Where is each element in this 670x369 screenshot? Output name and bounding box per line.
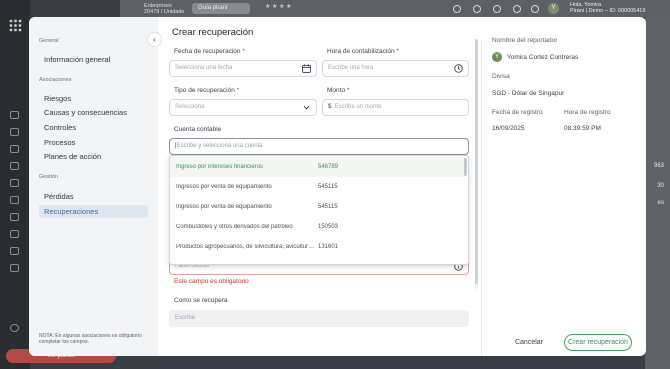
sidebar-nav-icon[interactable]	[10, 247, 19, 255]
modal-nav: General Información general Asociaciones…	[29, 17, 158, 356]
settings-icon[interactable]	[10, 324, 19, 332]
background-fragment: 30	[657, 183, 664, 189]
app-sidebar	[0, 0, 30, 369]
amount-field[interactable]: $ Escribe un monto	[322, 99, 469, 116]
record-date: 16/09/2025	[492, 125, 525, 132]
recovery-type-select[interactable]: Selecciona	[169, 99, 317, 116]
nav-heading-associations: Asociaciones	[39, 77, 72, 83]
gear-icon[interactable]	[513, 5, 521, 13]
create-recovery-button[interactable]: Crear recuperación	[564, 334, 632, 351]
nav-heading-management: Gestión	[39, 174, 58, 180]
nav-item-causes[interactable]: Causas y consecuencias	[44, 108, 127, 117]
record-time-label: Hora de registro	[564, 109, 611, 116]
modal-title: Crear recuperación	[172, 27, 254, 38]
how-recovered-field[interactable]: Escribe	[169, 310, 469, 327]
currency-symbol: $	[328, 104, 332, 110]
reporter-avatar: Y	[492, 52, 502, 62]
nav-item-losses[interactable]: Pérdidas	[44, 192, 74, 201]
nav-item-general-info[interactable]: Información general	[44, 55, 110, 64]
account-search-input[interactable]: |Escribe y selecciona una cuenta	[169, 138, 469, 155]
rating-stars-icon: ★ ★ ★ ★	[265, 4, 292, 10]
sidebar-nav-icon[interactable]	[10, 111, 19, 119]
enterprise-label[interactable]: Enterprises 20479 / Unidade	[144, 3, 184, 15]
sidebar-nav-icon[interactable]	[10, 128, 19, 136]
info-divider	[481, 39, 482, 356]
reporter-name: Yomira Cortez Contreras	[507, 54, 579, 61]
background-fragment: 963	[653, 163, 664, 169]
background-fragment: es	[657, 200, 664, 206]
reporter-label: Nombre del reportador	[492, 37, 558, 44]
error-message: Este campo es obligatorio	[174, 278, 249, 285]
how-recovered-label: Como se recupera	[174, 297, 228, 304]
user-avatar[interactable]: Y	[548, 3, 559, 14]
sparkle-icon[interactable]	[531, 5, 539, 13]
account-option[interactable]: Ingresos por venta de equipamiento 545115	[170, 177, 466, 197]
background-content-right: 963 30 es	[645, 17, 670, 369]
sidebar-nav-icon[interactable]	[10, 264, 19, 272]
form-scroll-thumb[interactable]	[475, 39, 478, 284]
account-label: Cuenta contable	[174, 126, 222, 133]
account-dropdown: Ingreso por intereses financieros 546789 …	[169, 155, 469, 265]
sidebar-nav-icon[interactable]	[10, 230, 19, 238]
nav-item-action-plans[interactable]: Planes de acción	[44, 152, 101, 161]
bell-icon[interactable]	[493, 5, 501, 13]
clock-icon[interactable]	[454, 64, 463, 73]
dropdown-scrollbar[interactable]	[464, 158, 467, 176]
sidebar-nav-icon[interactable]	[10, 179, 19, 187]
account-option[interactable]: Combustibles y otros derivados del petró…	[170, 217, 466, 237]
chevron-down-icon	[303, 105, 310, 110]
sidebar-nav-icon[interactable]	[10, 145, 19, 153]
recovery-date-field[interactable]: Selecciona una fecha	[169, 60, 317, 77]
cancel-button[interactable]: Cancelar	[509, 336, 549, 349]
sidebar-nav-icon[interactable]	[10, 213, 19, 221]
nav-item-controls[interactable]: Controles	[44, 123, 76, 132]
nav-item-recoveries[interactable]: Recuperaciones	[39, 205, 148, 218]
create-recovery-modal: General Información general Asociaciones…	[29, 17, 646, 356]
account-option[interactable]: Ingreso por intereses financieros 546789	[170, 157, 466, 177]
sidebar-nav-icon[interactable]	[10, 162, 19, 170]
nav-item-processes[interactable]: Procesos	[44, 138, 75, 147]
apps-grid-icon[interactable]	[9, 19, 22, 32]
app-topbar: Enterprises 20479 / Unidade Guía pirani …	[120, 0, 670, 17]
nav-heading-general: General	[39, 38, 59, 44]
accounting-time-label: Hora de contabilización *	[327, 48, 399, 55]
recovery-type-label: Tipo de recuperación *	[174, 87, 240, 94]
record-date-label: Fecha de registro	[492, 109, 543, 116]
record-time: 08:39:59 PM	[564, 125, 601, 132]
calendar-icon[interactable]	[302, 64, 311, 73]
chevron-left-icon: ‹	[153, 35, 156, 44]
account-option[interactable]: Ingresos por venta de equipamiento 545115	[170, 197, 466, 217]
contacts-icon[interactable]	[453, 5, 461, 13]
recovery-date-label: Fecha de recuperación *	[174, 48, 245, 55]
collapse-nav-button[interactable]: ‹	[147, 32, 162, 47]
accounting-time-field[interactable]: Escribe una hora	[322, 60, 469, 77]
currency-value: SGD - Dólar de Singapur	[492, 90, 565, 97]
account-option[interactable]: Productos agropecuarios, de silvicultura…	[170, 237, 466, 257]
guide-badge[interactable]: Guía pirani	[192, 3, 250, 14]
amount-label: Monto *	[327, 87, 350, 94]
user-info[interactable]: Hola, Yomira Pirani | Demo – ID: 0000054…	[570, 2, 645, 14]
currency-label: Divisa	[492, 73, 510, 80]
nav-note: NOTA: En algunas asociaciones es obligat…	[39, 333, 142, 345]
help-icon[interactable]	[473, 5, 481, 13]
nav-item-risks[interactable]: Riesgos	[44, 94, 71, 103]
sidebar-nav-icon[interactable]	[10, 196, 19, 204]
